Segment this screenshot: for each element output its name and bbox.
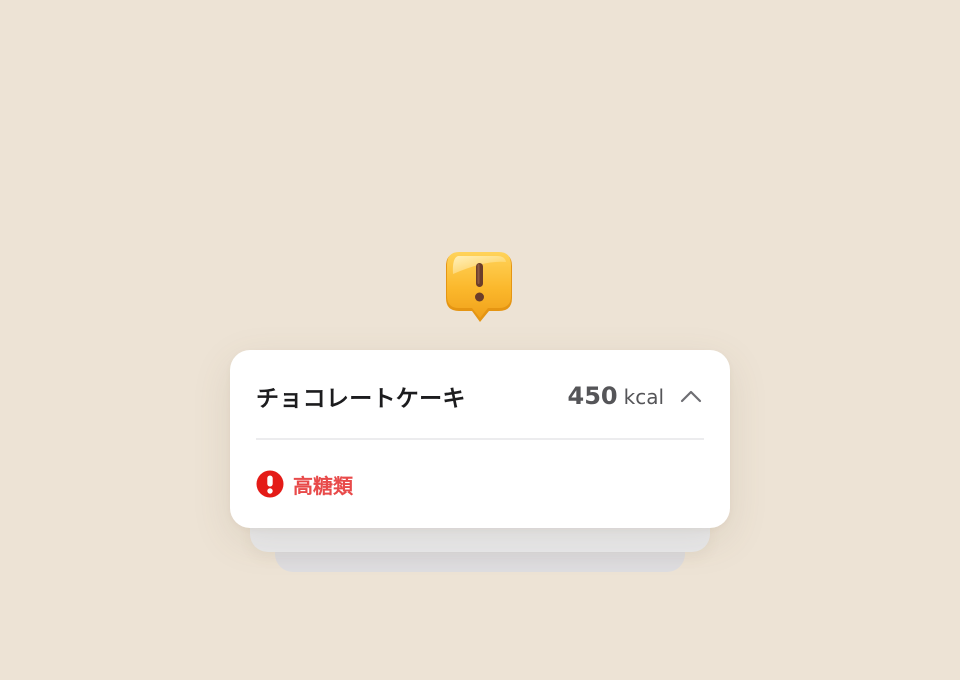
food-name: チョコレートケーキ [256, 386, 466, 412]
food-card: チョコレートケーキ 450 kcal 高糖類 [230, 350, 730, 528]
calorie-value: 450 [567, 382, 618, 410]
collapse-button[interactable] [678, 383, 704, 409]
warning-label: 高糖類 [293, 473, 353, 498]
food-warning-screen: チョコレートケーキ 450 kcal 高糖類 [0, 0, 960, 680]
card-divider [256, 438, 704, 440]
calorie-unit: kcal [623, 385, 664, 409]
warning-tag: 高糖類 [256, 470, 353, 498]
exclamation-circle-icon [256, 470, 284, 498]
food-card-header: チョコレートケーキ 450 kcal [256, 378, 704, 414]
chevron-up-icon [680, 390, 702, 403]
alert-speech-bubble-icon [445, 252, 513, 324]
calorie-info: 450 kcal [568, 382, 705, 410]
